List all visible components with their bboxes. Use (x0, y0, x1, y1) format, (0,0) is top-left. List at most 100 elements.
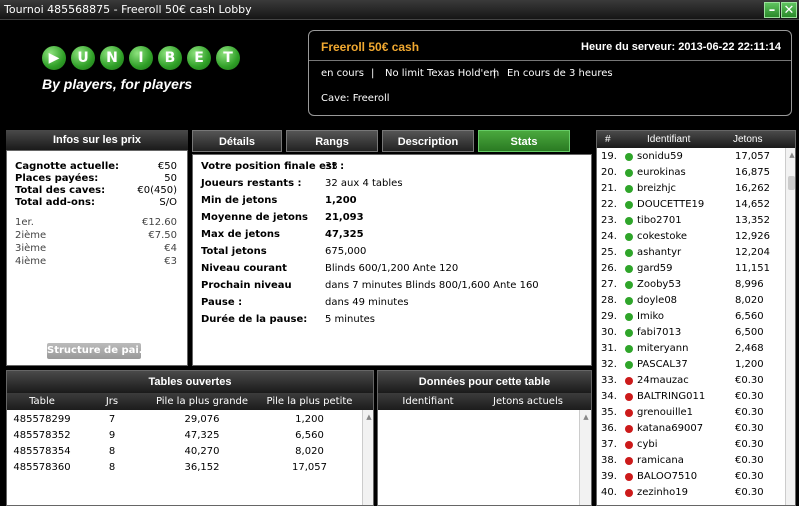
scroll-up-icon[interactable]: ▲ (364, 412, 373, 422)
table-largest-stack: 36,152 (184, 462, 220, 473)
player-row[interactable]: 27. Zooby53 8,996 (597, 277, 787, 293)
player-rank: 31. (601, 343, 617, 354)
player-name: Imiko (637, 311, 665, 322)
separator: | (493, 68, 497, 79)
players-scrollbar[interactable]: ▲ (785, 148, 795, 505)
player-row[interactable]: 30. fabi7013 6,500 (597, 325, 787, 341)
prize-label: Total add-ons: (15, 197, 95, 208)
logo-letter: I (129, 46, 153, 70)
status-dot-icon (625, 281, 633, 289)
player-name: PASCAL37 (637, 359, 688, 370)
col-largest-stack: Pile la plus grande (155, 396, 249, 407)
player-chips: 16,262 (735, 183, 770, 194)
player-chips: €0.30 (735, 487, 764, 498)
player-chips: 13,352 (735, 215, 770, 226)
prize-label: Places payées: (15, 173, 99, 184)
status-dot-icon (625, 361, 633, 369)
stat-row: Votre position finale est :33 (201, 158, 591, 175)
players-list: 19. sonidu59 17,057 20. eurokinas 16,875 21. br… (597, 149, 787, 505)
player-name: fabi7013 (637, 327, 682, 338)
table-data-columns: Identifiant Jetons actuels (378, 393, 591, 410)
col-current-chips: Jetons actuels (493, 396, 563, 407)
prize-label: Total des caves: (15, 185, 106, 196)
player-row[interactable]: 37. cybi €0.30 (597, 437, 787, 453)
player-row[interactable]: 33. 24mauzac €0.30 (597, 373, 787, 389)
stat-value: dans 7 minutes Blinds 800/1,600 Ante 160 (325, 280, 539, 291)
status-dot-icon (625, 425, 633, 433)
tab-details[interactable]: Détails (192, 130, 282, 152)
col-players: Jrs (105, 396, 119, 407)
player-name: Zooby53 (637, 279, 682, 290)
tables-scrollbar[interactable]: ▲ (362, 410, 373, 505)
table-largest-stack: 40,270 (184, 446, 220, 457)
player-row[interactable]: 36. katana69007 €0.30 (597, 421, 787, 437)
player-row[interactable]: 24. cokestoke 12,926 (597, 229, 787, 245)
player-row[interactable]: 38. ramicana €0.30 (597, 453, 787, 469)
stat-row: Min de jetons 1,200 (201, 192, 591, 209)
logo-play-icon: ▶ (42, 46, 66, 70)
status-dot-icon (625, 329, 633, 337)
place-value: €7.50 (148, 230, 177, 241)
title-bar: Tournoi 485568875 - Freeroll 50€ cash Lo… (0, 0, 799, 20)
stat-value: 5 minutes (325, 314, 376, 325)
stat-label: Votre position finale est : (201, 161, 345, 172)
close-button[interactable]: ✕ (781, 2, 797, 18)
status-dot-icon (625, 297, 633, 305)
scroll-up-icon[interactable]: ▲ (581, 412, 591, 422)
player-row[interactable]: 31. miteryann 2,468 (597, 341, 787, 357)
player-row[interactable]: 28. doyle08 8,020 (597, 293, 787, 309)
player-rank: 32. (601, 359, 617, 370)
table-row[interactable]: 485578299 7 29,076 1,200 (7, 412, 362, 428)
player-name: sonidu59 (637, 151, 683, 162)
table-id: 485578352 (13, 430, 71, 441)
player-row[interactable]: 22. DOUCETTE19 14,652 (597, 197, 787, 213)
tab-description[interactable]: Description (382, 130, 474, 152)
player-chips: €0.30 (735, 391, 764, 402)
player-name: cokestoke (637, 231, 688, 242)
player-rank: 19. (601, 151, 617, 162)
table-data-scrollbar[interactable]: ▲ (579, 410, 591, 505)
stat-value: 32 aux 4 tables (325, 178, 403, 189)
tab-ranks[interactable]: Rangs (286, 130, 378, 152)
status-dot-icon (625, 217, 633, 225)
scroll-thumb[interactable] (788, 176, 795, 190)
tables-columns: Table Jrs Pile la plus grande Pile la pl… (7, 393, 373, 410)
player-row[interactable]: 26. gard59 11,151 (597, 261, 787, 277)
col-table: Table (29, 396, 55, 407)
player-row[interactable]: 20. eurokinas 16,875 (597, 165, 787, 181)
player-rank: 39. (601, 471, 617, 482)
scroll-up-icon[interactable]: ▲ (787, 150, 795, 160)
player-row[interactable]: 40. zezinho19 €0.30 (597, 485, 787, 501)
player-row[interactable]: 32. PASCAL37 1,200 (597, 357, 787, 373)
table-row[interactable]: 485578354 8 40,270 8,020 (7, 444, 362, 460)
player-row[interactable]: 21. breizhjc 16,262 (597, 181, 787, 197)
player-chips: 8,020 (735, 295, 764, 306)
player-row[interactable]: 35. grenouille1 €0.30 (597, 405, 787, 421)
table-players: 9 (108, 430, 116, 441)
stat-label: Niveau courant (201, 263, 287, 274)
place-value: €3 (164, 256, 177, 267)
logo-letter: E (187, 46, 211, 70)
prize-label: Cagnotte actuelle: (15, 161, 120, 172)
stat-label: Durée de la pause: (201, 314, 308, 325)
player-row[interactable]: 23. tibo2701 13,352 (597, 213, 787, 229)
stat-value: 1,200 (325, 195, 357, 206)
stat-row: Durée de la pause: 5 minutes (201, 311, 591, 328)
status-dot-icon (625, 393, 633, 401)
player-row[interactable]: 34. BALTRING011 €0.30 (597, 389, 787, 405)
prizes-header: Infos sur les prix (6, 130, 188, 150)
player-row[interactable]: 39. BALOO7510 €0.30 (597, 469, 787, 485)
player-rank: 21. (601, 183, 617, 194)
payout-structure-button[interactable]: Structure de pai... (47, 343, 141, 359)
player-row[interactable]: 29. Imiko 6,560 (597, 309, 787, 325)
prize-value: 50 (164, 173, 177, 184)
stat-label: Joueurs restants : (201, 178, 302, 189)
table-row[interactable]: 485578352 9 47,325 6,560 (7, 428, 362, 444)
player-row[interactable]: 19. sonidu59 17,057 (597, 149, 787, 165)
player-name: ramicana (637, 455, 684, 466)
player-row[interactable]: 25. ashantyr 12,204 (597, 245, 787, 261)
table-row[interactable]: 485578360 8 36,152 17,057 (7, 460, 362, 476)
minimize-button[interactable]: – (764, 2, 780, 18)
stat-label: Prochain niveau (201, 280, 292, 291)
tab-stats[interactable]: Stats (478, 130, 570, 152)
